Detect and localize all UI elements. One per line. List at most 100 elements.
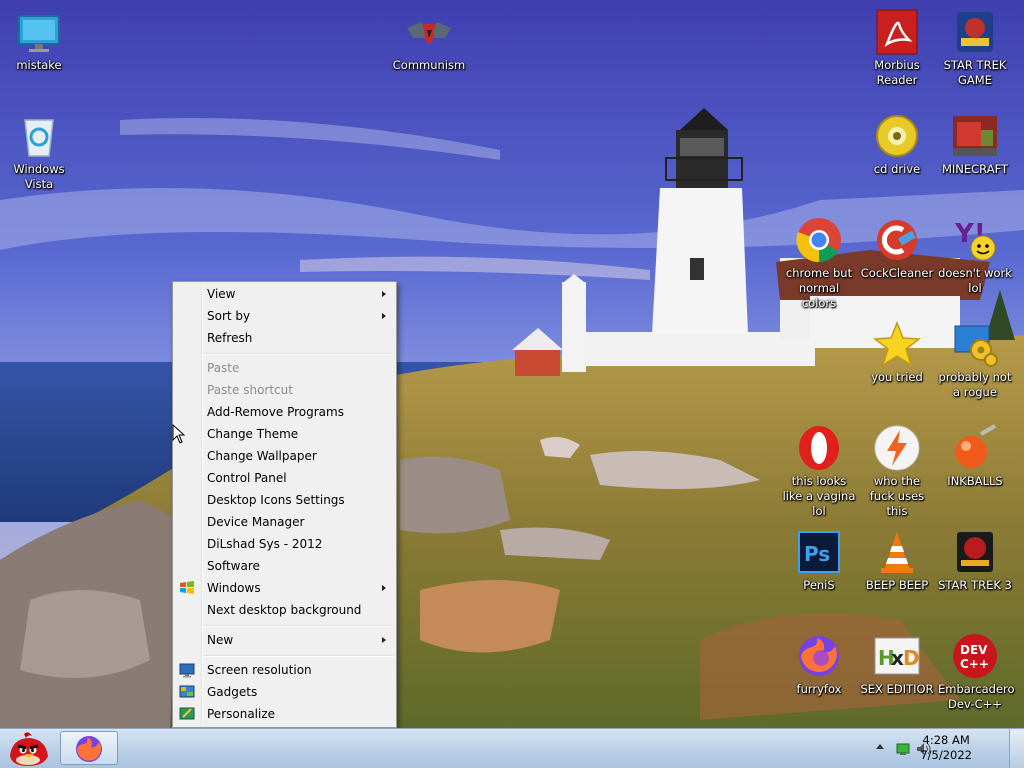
desktop-icon-penis[interactable]: Ps PeniS <box>780 520 858 593</box>
desktop-icon-label: cd drive <box>873 162 921 176</box>
network-icon[interactable] <box>896 741 910 760</box>
submenu-arrow-icon <box>382 585 386 591</box>
desktop-icon-label: doesn't work lol <box>938 266 1012 295</box>
menu-item-label: View <box>207 287 236 301</box>
desktop-icon-who-uses-this[interactable]: who the fuck uses this <box>858 416 936 519</box>
menu-item-label: Change Theme <box>207 427 299 441</box>
taskbar: 4:28 AM 7/5/2022 <box>0 728 1024 768</box>
inkball-icon <box>951 424 999 472</box>
desktop-icon-morbius-reader[interactable]: Morbius Reader <box>858 0 936 88</box>
firefox-icon <box>74 734 104 768</box>
menu-item-label: Paste shortcut <box>207 383 293 397</box>
menu-item-sort-by[interactable]: Sort by <box>175 305 394 327</box>
clock[interactable]: 4:28 AM 7/5/2022 <box>920 733 972 763</box>
menu-item-screen-resolution[interactable]: Screen resolution <box>175 659 394 681</box>
menu-item-next-desktop-background[interactable]: Next desktop background <box>175 599 394 621</box>
ccleaner-icon <box>873 216 921 264</box>
menu-item-software[interactable]: Software <box>175 555 394 577</box>
desktop-icon-mistake[interactable]: mistake <box>0 0 78 73</box>
desktop-icon-windows-vista[interactable]: Windows Vista <box>0 104 78 192</box>
hxd-editor-icon: HxD <box>873 632 921 680</box>
desktop-icon-label: Communism <box>392 58 466 72</box>
menu-item-view[interactable]: View <box>175 283 394 305</box>
menu-item-label: Change Wallpaper <box>207 449 317 463</box>
desktop-icon-inkballs[interactable]: INKBALLS <box>936 416 1014 489</box>
desktop-icon-label: INKBALLS <box>947 474 1003 488</box>
desktop-icon-label: Embarcadero Dev-C++ <box>938 682 1015 711</box>
gadgets-icon <box>179 684 195 700</box>
desktop-icon-opera[interactable]: this looks like a vagina lol <box>780 416 858 519</box>
desktop-icon-chrome[interactable]: chrome but normal colors <box>780 208 858 311</box>
show-desktop-button[interactable] <box>1009 729 1024 768</box>
lightning-icon <box>873 424 921 472</box>
menu-item-windows[interactable]: Windows <box>175 577 394 599</box>
taskbar-firefox-button[interactable] <box>60 731 118 765</box>
menu-separator <box>203 625 393 627</box>
desktop-icon-you-tried[interactable]: you tried <box>858 312 936 385</box>
desktop-icon-label: chrome but normal colors <box>785 266 853 310</box>
desktop-context-menu: View Sort by Refresh Paste Paste shortcu… <box>172 281 397 728</box>
desktop-icon-label: CockCleaner <box>860 266 934 280</box>
menu-item-desktop-icons-settings[interactable]: Desktop Icons Settings <box>175 489 394 511</box>
desktop-icon-cockcleaner[interactable]: CockCleaner <box>858 208 936 281</box>
desktop-icon-beep-beep[interactable]: BEEP BEEP <box>858 520 936 593</box>
desktop-icon-label: you tried <box>871 370 923 384</box>
menu-item-paste[interactable]: Paste <box>175 357 394 379</box>
menu-item-change-theme[interactable]: Change Theme <box>175 423 394 445</box>
devcpp-icon: DEV C++ <box>951 632 999 680</box>
menu-item-dilshad-sys[interactable]: DiLshad Sys - 2012 <box>175 533 394 555</box>
desktop-icon-dev-cpp[interactable]: DEV C++ Embarcadero Dev-C++ <box>936 624 1015 712</box>
desktop-icon-label: this looks like a vagina lol <box>782 474 856 518</box>
vlc-cone-icon <box>873 528 921 576</box>
desktop-icon-label: probably not a rogue <box>938 370 1012 399</box>
menu-item-label: Windows <box>207 581 261 595</box>
menu-item-label: Gadgets <box>207 685 258 699</box>
start-button[interactable] <box>4 730 52 768</box>
menu-item-label: Paste <box>207 361 240 375</box>
menu-item-change-wallpaper[interactable]: Change Wallpaper <box>175 445 394 467</box>
desktop-icon-label: BEEP BEEP <box>865 578 929 592</box>
desktop-icon-communism[interactable]: Communism <box>390 0 468 73</box>
menu-item-label: Sort by <box>207 309 251 323</box>
desktop-icon-label: who the fuck uses this <box>869 474 925 518</box>
desktop-icon-minecraft[interactable]: MINECRAFT <box>936 104 1014 177</box>
desktop-icon-doesnt-work[interactable]: Y! doesn't work lol <box>936 208 1014 296</box>
menu-item-label: Screen resolution <box>207 663 312 677</box>
menu-item-label: Control Panel <box>207 471 287 485</box>
menu-item-label: Desktop Icons Settings <box>207 493 345 507</box>
star-icon <box>872 320 922 368</box>
desktop-icon-sex-editior[interactable]: HxD SEX EDITIOR <box>858 624 936 697</box>
desktop-icon-probably-not-a-rogue[interactable]: probably not a rogue <box>936 312 1014 400</box>
desktop-icon-star-trek-game[interactable]: STAR TREK GAME <box>936 0 1014 88</box>
desktop-icon-label: furryfox <box>796 682 842 696</box>
menu-item-refresh[interactable]: Refresh <box>175 327 394 349</box>
menu-item-paste-shortcut[interactable]: Paste shortcut <box>175 379 394 401</box>
menu-item-device-manager[interactable]: Device Manager <box>175 511 394 533</box>
menu-separator <box>203 353 393 355</box>
firefox-icon <box>795 632 843 680</box>
yahoo-messenger-icon: Y! <box>951 216 999 264</box>
menu-item-personalize[interactable]: Personalize <box>175 703 394 725</box>
mouse-cursor-icon <box>172 423 186 448</box>
show-hidden-icons-icon[interactable] <box>876 744 884 749</box>
desktop-icon-label: STAR TREK GAME <box>943 58 1007 87</box>
menu-item-new[interactable]: New <box>175 629 394 651</box>
menu-item-gadgets[interactable]: Gadgets <box>175 681 394 703</box>
emblem-icon <box>405 8 453 56</box>
desktop-icon-label: mistake <box>16 58 62 72</box>
desktop-icon-star-trek-3[interactable]: STAR TREK 3 <box>936 520 1014 593</box>
menu-item-label: Software <box>207 559 260 573</box>
display-icon <box>179 662 195 678</box>
personalize-icon <box>179 706 195 722</box>
desktop-icon-furryfox[interactable]: furryfox <box>780 624 858 697</box>
desktop-icon-label: SEX EDITIOR <box>860 682 934 696</box>
gears-monitor-icon <box>951 320 999 368</box>
menu-item-label: Device Manager <box>207 515 305 529</box>
svg-text:Ps: Ps <box>804 542 830 566</box>
desktop-icon-cd-drive[interactable]: cd drive <box>858 104 936 177</box>
star-wars-3-icon <box>951 528 999 576</box>
menu-item-label: New <box>207 633 234 647</box>
svg-text:C++: C++ <box>960 657 989 671</box>
menu-item-add-remove-programs[interactable]: Add-Remove Programs <box>175 401 394 423</box>
menu-item-control-panel[interactable]: Control Panel <box>175 467 394 489</box>
